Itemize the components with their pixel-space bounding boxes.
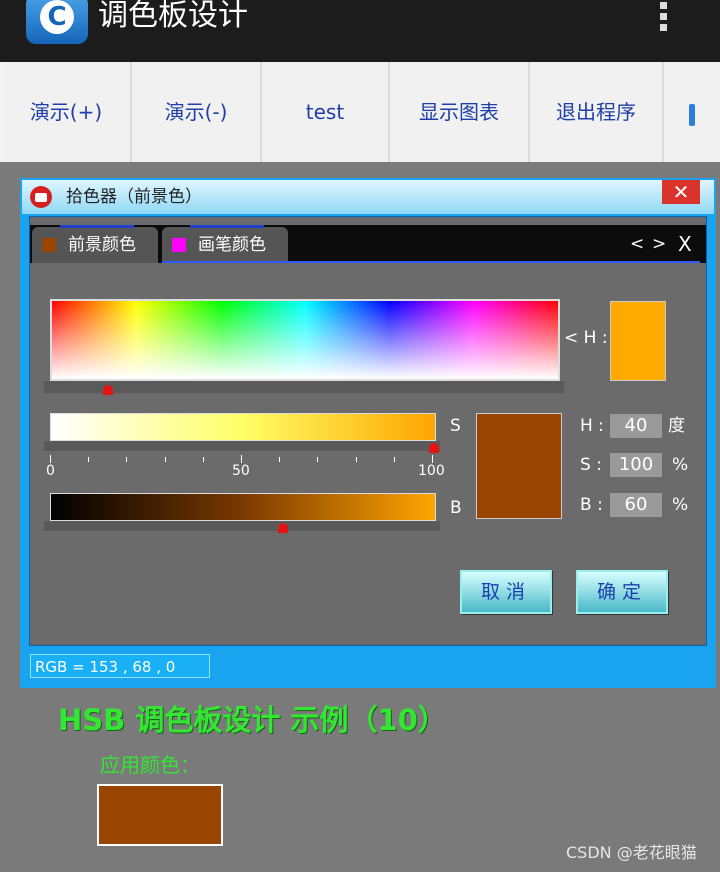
s-unit: % [672,455,689,475]
brightness-input[interactable]: 60 [610,493,662,517]
scale-label-50: 50 [232,463,250,479]
tab-label: 画笔颜色 [198,235,266,255]
tab-bar: 前景颜色 画笔颜色 < > X [30,225,706,263]
dialog-title: 拾色器（前景色） [66,187,202,207]
exit-button[interactable]: 退出程序 [530,62,665,162]
scale-tick [88,457,90,462]
saturation-marker[interactable] [429,443,439,453]
dialog-body: 前景颜色 画笔颜色 < > X < H : S 0 50 100 B H: 4… [29,216,707,646]
scale-tick [432,455,433,463]
app-logo-icon: C [26,0,88,44]
ok-button[interactable]: 确定 [576,570,668,614]
test-button[interactable]: test [262,62,391,162]
toolbar: 演示(+) 演示(-) test 显示图表 退出程序 [0,62,720,162]
scale-tick [279,457,281,462]
applied-color-swatch [97,784,223,846]
tab-close-button[interactable]: X [678,225,692,263]
b-unit: % [672,495,689,515]
scale-tick [355,457,357,462]
scale-tick [164,457,166,462]
tab-next-button[interactable]: > [652,225,666,263]
color-preview [476,413,562,519]
hue-input[interactable]: 40 [610,414,662,438]
scale-label-100: 100 [418,463,445,479]
scale-tick [126,457,128,462]
s-field-label: S : [580,455,602,475]
toolbar-scroll-indicator [689,104,695,126]
brightness-letter: B [450,498,462,518]
saturation-input[interactable]: 100 [610,453,662,477]
show-chart-button[interactable]: 显示图表 [390,62,531,162]
b-field-label: B : [580,495,603,515]
tab-underline [162,261,700,263]
scale-tick [393,457,395,462]
scale-tick [241,455,242,463]
h-unit: 度 [668,416,685,436]
demo-minus-button[interactable]: 演示(-) [132,62,263,162]
demo-plus-button[interactable]: 演示(+) [2,62,133,162]
foreground-swatch [42,238,56,252]
app-bar: C 调色板设计 [0,0,720,62]
apply-color-label: 应用颜色： [100,753,200,777]
h-field-label: H : [580,416,604,436]
tab-prev-button[interactable]: < [630,225,644,263]
brightness-track[interactable] [44,521,440,531]
color-picker-dialog: 拾色器（前景色） ✕ 前景颜色 画笔颜色 < > X < H : S 0 50 … [20,178,716,688]
tab-foreground-color[interactable]: 前景颜色 [32,225,158,263]
saturation-letter: S [450,416,461,436]
overflow-menu-icon[interactable] [656,0,670,36]
saturation-bar[interactable] [50,413,436,441]
tab-label: 前景颜色 [68,235,136,255]
scale-tick [50,455,51,463]
scale-tick [317,457,319,462]
hue-swatch [610,301,666,381]
brightness-bar[interactable] [50,493,436,521]
scale-label-0: 0 [46,463,55,479]
dialog-title-bar[interactable]: 拾色器（前景色） ✕ [22,180,714,214]
brush-swatch [172,238,186,252]
dialog-close-button[interactable]: ✕ [662,180,700,204]
hue-slider-track[interactable] [44,381,564,393]
hue-spectrum[interactable] [50,299,560,381]
rgb-status: RGB = 153 , 68 , 0 [30,654,210,678]
watermark: CSDN @老花眼猫 [566,843,697,862]
tab-brush-color[interactable]: 画笔颜色 [162,225,288,263]
cancel-button[interactable]: 取消 [460,570,552,614]
brightness-marker[interactable] [278,523,288,533]
hue-slider-marker[interactable] [103,385,114,395]
app-logo-letter: C [40,0,74,34]
saturation-track[interactable] [44,441,440,451]
scale-tick [202,457,204,462]
app-title: 调色板设计 [98,0,248,33]
palette-icon [30,186,52,208]
page-heading: HSB 调色板设计 示例（10） [58,703,447,737]
hue-label: < H : [564,328,608,348]
